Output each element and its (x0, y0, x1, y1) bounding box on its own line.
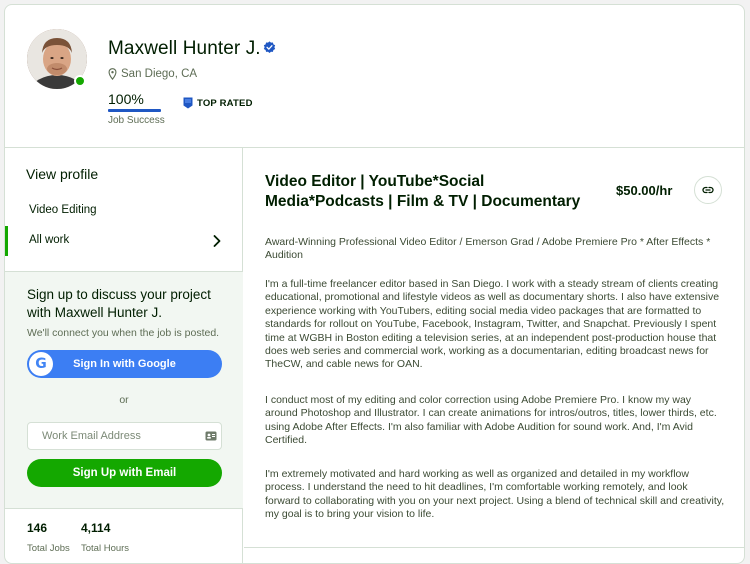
signup-title: Sign up to discuss your project with Max… (27, 287, 211, 320)
email-button-label: Sign Up with Email (72, 467, 177, 479)
main-content: Video Editor | YouTube*Social Media*Podc… (244, 148, 744, 563)
job-success-bar (108, 109, 161, 112)
google-logo-icon: G (29, 352, 53, 376)
top-rated-text: TOP RATED (197, 97, 253, 109)
sign-in-with-google-button[interactable]: G Sign In with Google (27, 350, 222, 378)
or-divider: or (119, 394, 129, 406)
profile-name: Maxwell Hunter J. (108, 38, 261, 59)
overview-paragraph: I'm extremely motivated and hard working… (265, 468, 725, 521)
location: San Diego, CA (108, 68, 197, 80)
job-title: Video Editor | YouTube*Social Media*Podc… (265, 173, 581, 210)
signup-subtitle: We'll connect you when the job is posted… (27, 327, 220, 339)
overview-paragraph: I conduct most of my editing and color c… (265, 394, 717, 447)
profile-card: Maxwell Hunter J. San Diego, CA 100% Job… (4, 4, 745, 564)
stat-total-hours: 4,114 Total Hours (81, 521, 135, 554)
google-button-label: Sign In with Google (73, 358, 176, 370)
section-divider (244, 547, 744, 548)
top-rated-badge-icon (183, 97, 193, 109)
sidebar-item-all-work[interactable]: All work (5, 226, 243, 256)
sidebar: View profile Video Editing All work Sign… (5, 148, 243, 563)
sidebar-item-label: All work (29, 234, 70, 246)
online-status-dot (74, 75, 86, 87)
stat-label: Total Jobs (27, 543, 70, 554)
signup-panel: Sign up to discuss your project with Max… (5, 271, 243, 509)
map-pin-icon (108, 68, 117, 80)
job-success-label: Job Success (108, 115, 165, 126)
top-rated-badge: TOP RATED (183, 97, 253, 109)
stat-value: 146 (27, 521, 48, 535)
stat-label: Total Hours (81, 543, 130, 554)
hourly-rate: $50.00/hr (616, 183, 673, 198)
stat-value: 4,114 (81, 521, 111, 535)
location-text: San Diego, CA (121, 68, 198, 80)
view-profile-heading: View profile (26, 166, 99, 182)
sidebar-item-label: Video Editing (29, 204, 97, 216)
job-success-percent: 100% (108, 91, 144, 107)
stats: 146 Total Jobs 4,114 Total Hours (27, 521, 135, 554)
sidebar-item-video-editing[interactable]: Video Editing (5, 196, 243, 226)
stat-total-jobs: 146 Total Jobs (27, 521, 81, 554)
profile-summary: Award-Winning Professional Video Editor … (265, 236, 711, 262)
verified-badge-icon (263, 41, 276, 53)
chevron-right-icon (213, 235, 221, 247)
work-email-input[interactable] (27, 422, 222, 450)
link-icon (702, 186, 714, 194)
sign-up-with-email-button[interactable]: Sign Up with Email (27, 459, 222, 487)
copy-link-button[interactable] (694, 176, 722, 204)
contact-card-icon[interactable] (205, 430, 217, 442)
profile-header: Maxwell Hunter J. San Diego, CA 100% Job… (5, 5, 744, 148)
overview-paragraph: I'm a full-time freelancer editor based … (265, 278, 720, 371)
